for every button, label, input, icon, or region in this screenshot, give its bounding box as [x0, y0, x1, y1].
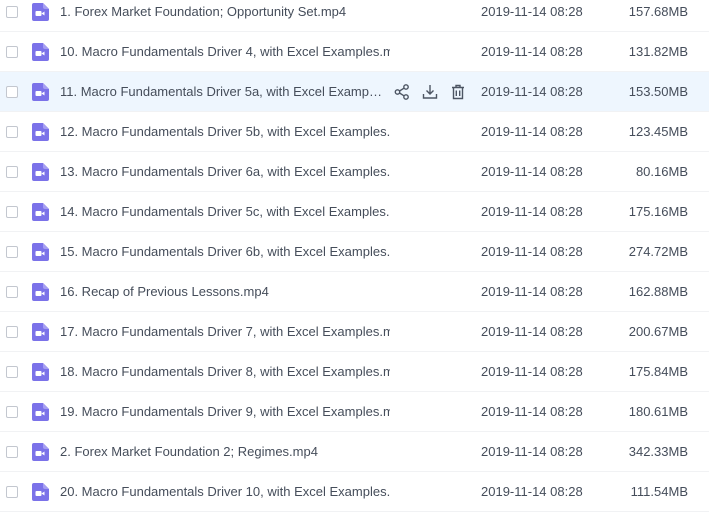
file-size: 111.54MB: [630, 484, 688, 499]
file-row[interactable]: 17. Macro Fundamentals Driver 7, with Ex…: [0, 312, 709, 352]
video-file-icon: [32, 83, 49, 101]
file-date: 2019-11-14 08:28: [481, 444, 583, 459]
video-file-icon: [32, 43, 49, 61]
row-checkbox[interactable]: [6, 126, 18, 138]
file-list: 1. Forex Market Foundation; Opportunity …: [0, 0, 709, 512]
row-checkbox[interactable]: [6, 366, 18, 378]
file-row[interactable]: 16. Recap of Previous Lessons.mp4 2019-1…: [0, 272, 709, 312]
file-row[interactable]: 15. Macro Fundamentals Driver 6b, with E…: [0, 232, 709, 272]
file-row[interactable]: 19. Macro Fundamentals Driver 9, with Ex…: [0, 392, 709, 432]
share-icon[interactable]: [393, 83, 411, 101]
file-date: 2019-11-14 08:28: [481, 244, 583, 259]
file-date: 2019-11-14 08:28: [481, 44, 583, 59]
video-file-icon: [32, 3, 49, 21]
file-date: 2019-11-14 08:28: [481, 364, 583, 379]
file-date: 2019-11-14 08:28: [481, 164, 583, 179]
file-name[interactable]: 20. Macro Fundamentals Driver 10, with E…: [60, 483, 390, 501]
file-name[interactable]: 1. Forex Market Foundation; Opportunity …: [60, 3, 390, 21]
file-size: 342.33MB: [628, 444, 688, 459]
row-checkbox[interactable]: [6, 166, 18, 178]
video-file-icon: [32, 203, 49, 221]
row-checkbox[interactable]: [6, 486, 18, 498]
row-checkbox[interactable]: [6, 86, 18, 98]
file-row[interactable]: 20. Macro Fundamentals Driver 10, with E…: [0, 472, 709, 512]
video-file-icon: [32, 283, 49, 301]
file-date: 2019-11-14 08:28: [481, 324, 583, 339]
download-icon[interactable]: [421, 83, 439, 101]
file-name[interactable]: 13. Macro Fundamentals Driver 6a, with E…: [60, 163, 390, 181]
video-file-icon: [32, 163, 49, 181]
file-row[interactable]: 14. Macro Fundamentals Driver 5c, with E…: [0, 192, 709, 232]
video-file-icon: [32, 403, 49, 421]
file-size: 162.88MB: [628, 284, 688, 299]
row-checkbox[interactable]: [6, 446, 18, 458]
file-date: 2019-11-14 08:28: [481, 204, 583, 219]
file-date: 2019-11-14 08:28: [481, 84, 583, 99]
file-name[interactable]: 17. Macro Fundamentals Driver 7, with Ex…: [60, 323, 390, 341]
video-file-icon: [32, 483, 49, 501]
file-row[interactable]: 12. Macro Fundamentals Driver 5b, with E…: [0, 112, 709, 152]
file-row[interactable]: 11. Macro Fundamentals Driver 5a, with E…: [0, 72, 709, 112]
row-checkbox[interactable]: [6, 46, 18, 58]
file-name[interactable]: 16. Recap of Previous Lessons.mp4: [60, 283, 390, 301]
file-name[interactable]: 2. Forex Market Foundation 2; Regimes.mp…: [60, 443, 390, 461]
file-date: 2019-11-14 08:28: [481, 124, 583, 139]
video-file-icon: [32, 363, 49, 381]
file-row[interactable]: 18. Macro Fundamentals Driver 8, with Ex…: [0, 352, 709, 392]
file-name[interactable]: 18. Macro Fundamentals Driver 8, with Ex…: [60, 363, 390, 381]
file-size: 175.84MB: [628, 364, 688, 379]
video-file-icon: [32, 243, 49, 261]
row-actions: [393, 83, 467, 101]
file-size: 200.67MB: [628, 324, 688, 339]
file-date: 2019-11-14 08:28: [481, 484, 583, 499]
file-size: 157.68MB: [628, 4, 688, 19]
file-size: 80.16MB: [635, 164, 688, 179]
file-date: 2019-11-14 08:28: [481, 404, 583, 419]
video-file-icon: [32, 443, 49, 461]
row-checkbox[interactable]: [6, 246, 18, 258]
video-file-icon: [32, 123, 49, 141]
delete-icon[interactable]: [449, 83, 467, 101]
file-row[interactable]: 13. Macro Fundamentals Driver 6a, with E…: [0, 152, 709, 192]
file-date: 2019-11-14 08:28: [481, 284, 583, 299]
file-size: 131.82MB: [628, 44, 688, 59]
file-name[interactable]: 12. Macro Fundamentals Driver 5b, with E…: [60, 123, 390, 141]
file-size: 153.50MB: [628, 84, 688, 99]
row-checkbox[interactable]: [6, 286, 18, 298]
row-checkbox[interactable]: [6, 406, 18, 418]
row-checkbox[interactable]: [6, 6, 18, 18]
file-size: 274.72MB: [628, 244, 688, 259]
file-row[interactable]: 2. Forex Market Foundation 2; Regimes.mp…: [0, 432, 709, 472]
file-size: 180.61MB: [628, 404, 688, 419]
row-checkbox[interactable]: [6, 326, 18, 338]
file-name[interactable]: 19. Macro Fundamentals Driver 9, with Ex…: [60, 403, 390, 421]
file-name[interactable]: 14. Macro Fundamentals Driver 5c, with E…: [60, 203, 390, 221]
row-checkbox[interactable]: [6, 206, 18, 218]
file-name[interactable]: 15. Macro Fundamentals Driver 6b, with E…: [60, 243, 390, 261]
video-file-icon: [32, 323, 49, 341]
file-date: 2019-11-14 08:28: [481, 4, 583, 19]
file-size: 175.16MB: [628, 204, 688, 219]
file-name[interactable]: 10. Macro Fundamentals Driver 4, with Ex…: [60, 43, 390, 61]
file-row[interactable]: 1. Forex Market Foundation; Opportunity …: [0, 0, 709, 32]
file-row[interactable]: 10. Macro Fundamentals Driver 4, with Ex…: [0, 32, 709, 72]
file-name[interactable]: 11. Macro Fundamentals Driver 5a, with E…: [60, 83, 382, 101]
file-size: 123.45MB: [628, 124, 688, 139]
